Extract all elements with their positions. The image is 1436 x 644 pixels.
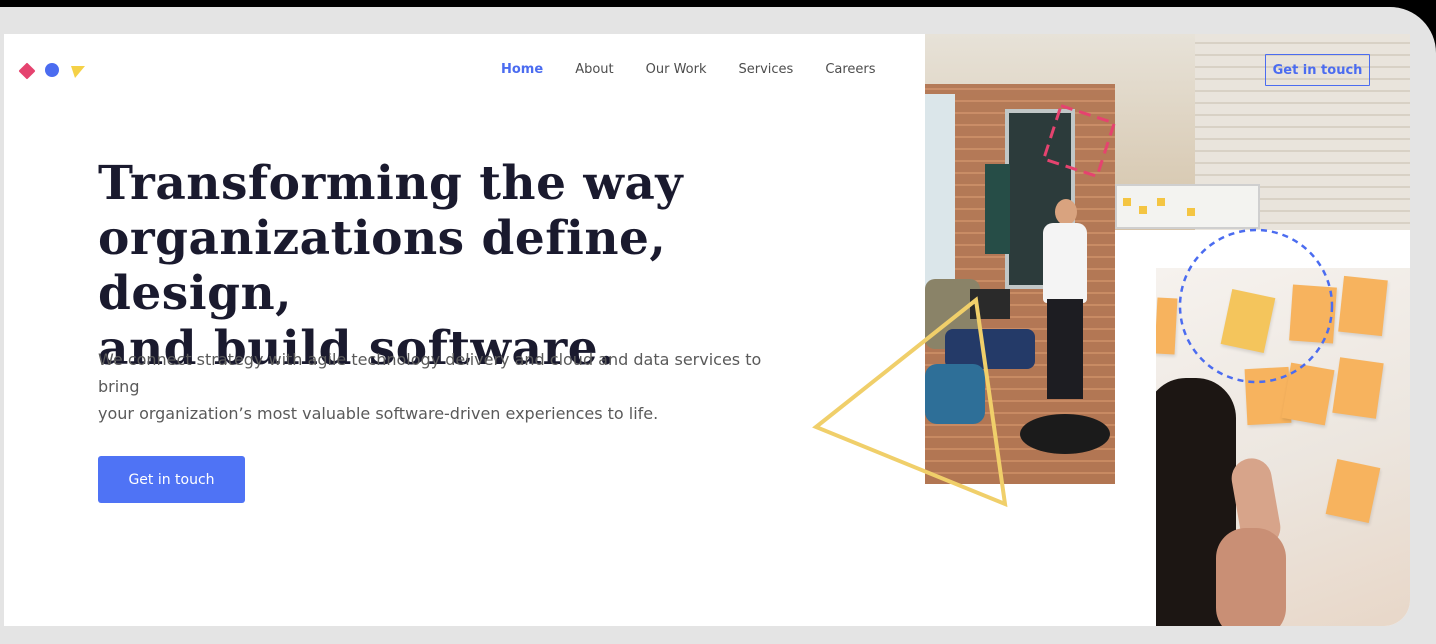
- headline-line-2: organizations define, design,: [98, 211, 667, 321]
- browser-frame: Home About Our Work Services Careers Tra…: [0, 7, 1436, 644]
- hero-headline: Transforming the way organizations defin…: [98, 156, 818, 376]
- subtext-line-2: your organization’s most valuable softwa…: [98, 404, 659, 423]
- nav-home[interactable]: Home: [501, 62, 543, 78]
- hero-subtext: We connect strategy with agile technolog…: [98, 346, 798, 427]
- main-nav: Home About Our Work Services Careers: [501, 62, 908, 78]
- hero-get-in-touch-button[interactable]: Get in touch: [98, 456, 245, 503]
- logo-circle-icon: [45, 63, 59, 77]
- subtext-line-1: We connect strategy with agile technolog…: [98, 350, 762, 396]
- logo-diamond-icon: [18, 62, 36, 80]
- nav-services[interactable]: Services: [739, 62, 794, 78]
- nav-about[interactable]: About: [575, 62, 613, 78]
- nav-our-work[interactable]: Our Work: [646, 62, 707, 78]
- headline-line-1: Transforming the way: [98, 156, 684, 211]
- nav-careers[interactable]: Careers: [825, 62, 875, 78]
- logo-triangle-icon: [71, 66, 85, 78]
- sticky-notes-photo: [1156, 268, 1410, 626]
- landing-page: Home About Our Work Services Careers Tra…: [4, 34, 1410, 626]
- site-logo[interactable]: [18, 62, 88, 82]
- header-get-in-touch-button[interactable]: Get in touch: [1265, 54, 1370, 86]
